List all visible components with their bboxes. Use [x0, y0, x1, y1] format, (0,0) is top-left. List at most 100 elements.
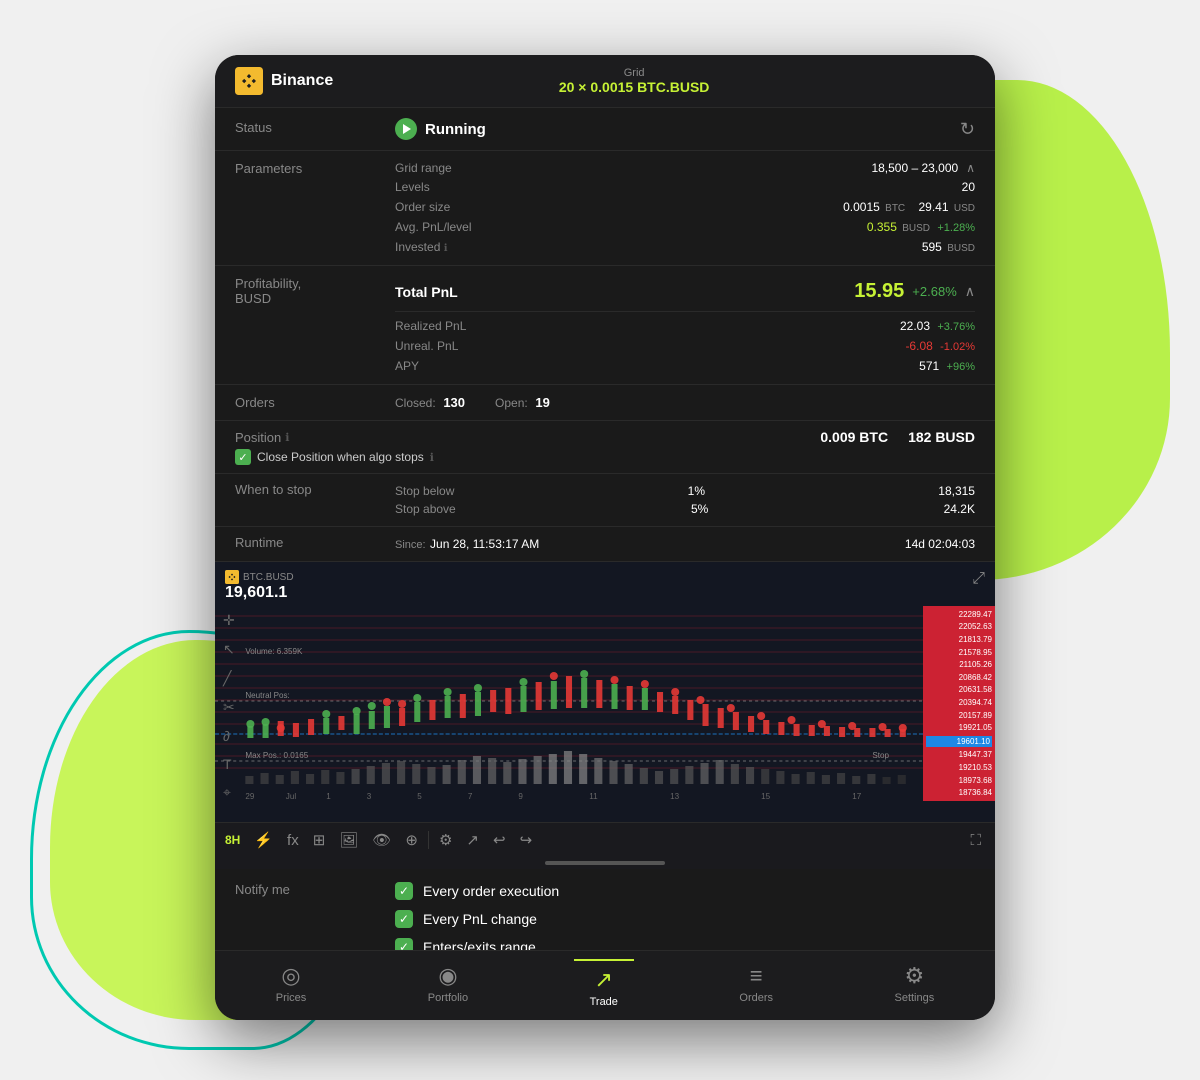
order-size-label: Order size: [395, 200, 450, 214]
notify-label: Notify me: [235, 882, 290, 897]
stop-below-row: Stop below 1% 18,315: [395, 482, 975, 500]
crosshair-toolbar-icon[interactable]: ⊞: [309, 829, 330, 851]
fx-icon[interactable]: fx: [283, 830, 303, 851]
header-left: Binance: [235, 67, 333, 95]
when-to-stop-section: When to stop Stop below 1% 18,315 Stop a…: [215, 474, 995, 527]
timeframe-button[interactable]: 8H: [225, 833, 240, 847]
main-content[interactable]: Status Running ↻ Parameters Grid range: [215, 108, 995, 950]
notify-item-3[interactable]: Enters/exits range: [395, 933, 975, 950]
svg-text:7: 7: [468, 792, 473, 801]
eye-icon[interactable]: 👁: [368, 829, 395, 851]
svg-text:11: 11: [589, 792, 598, 801]
price-level-5: 21105.26: [926, 660, 992, 669]
chart-area: BTC.BUSD 19,601.1 ⤢ ✛ ↖ ╱ ✂ ∂ T ⌖ —: [215, 562, 995, 822]
notify-item-2[interactable]: Every PnL change: [395, 905, 975, 933]
when-to-stop-label: When to stop: [235, 482, 395, 518]
draw-icon[interactable]: ∂: [223, 728, 237, 744]
total-pnl-pct: +2.68%: [912, 284, 956, 299]
trend-line-icon[interactable]: ╱: [223, 670, 237, 687]
scissors-icon[interactable]: ✂: [223, 699, 237, 716]
price-level-8: 20394.74: [926, 698, 992, 707]
notify-check-3[interactable]: [395, 938, 413, 950]
status-label: Status: [235, 118, 395, 135]
avg-pnl-value: 0.355 BUSD +1.28%: [867, 220, 975, 234]
realized-pnl-row: Realized PnL 22.03 +3.76%: [395, 316, 975, 336]
price-level-3: 21813.79: [926, 635, 992, 644]
notify-items-wrapper: Every order execution Every PnL change E…: [395, 877, 975, 950]
orders-section: Orders Closed: 130 Open: 19: [215, 385, 995, 421]
play-icon: [395, 118, 417, 140]
open-orders: Open: 19: [495, 395, 550, 410]
price-level-10: 19921.05: [926, 723, 992, 732]
notify-check-2[interactable]: [395, 910, 413, 928]
notify-label-wrapper: Notify me: [235, 877, 395, 950]
screenshot-icon[interactable]: 🖼: [335, 829, 362, 851]
refresh-button[interactable]: ↻: [960, 119, 975, 140]
notify-text-2: Every PnL change: [423, 911, 537, 927]
position-section: Position ℹ 0.009 BTC 182 BUSD Close Posi…: [215, 421, 995, 474]
undo-icon[interactable]: ↩: [489, 829, 510, 851]
price-level-13: 18973.68: [926, 776, 992, 785]
price-level-11: 19447.37: [926, 750, 992, 759]
fullscreen-icon[interactable]: ⛶: [966, 830, 985, 851]
toolbar-divider: [428, 831, 429, 849]
app-title: Binance: [271, 72, 333, 90]
orders-data: Closed: 130 Open: 19: [395, 395, 550, 410]
order-size-unit: BTC: [885, 203, 905, 214]
svg-text:15: 15: [761, 792, 771, 801]
position-busd: 182 BUSD: [908, 429, 975, 445]
settings-toolbar-icon[interactable]: ⚙: [435, 829, 456, 851]
scroll-indicator: [215, 857, 995, 869]
position-btc: 0.009 BTC: [820, 429, 888, 445]
divider: [395, 311, 975, 312]
position-info-icon: ℹ: [285, 431, 289, 444]
nav-trade[interactable]: ↗ Trade: [574, 959, 634, 1008]
price-level-12: 19210.53: [926, 763, 992, 772]
status-section: Status Running ↻: [215, 108, 995, 151]
scroll-bar[interactable]: [545, 861, 665, 865]
total-pnl-label: Total PnL: [395, 284, 458, 300]
chart-binance-icon: [225, 570, 239, 584]
nav-portfolio[interactable]: ◉ Portfolio: [412, 963, 484, 1004]
settings-nav-label: Settings: [894, 992, 934, 1004]
notify-item-1[interactable]: Every order execution: [395, 877, 975, 905]
portfolio-label: Portfolio: [428, 992, 468, 1004]
profitability-section: Profitability, BUSD Total PnL 15.95 +2.6…: [215, 266, 995, 385]
crosshair-icon[interactable]: ✛: [223, 612, 237, 629]
measure-icon[interactable]: ⌖: [223, 784, 237, 801]
position-header: Position ℹ 0.009 BTC 182 BUSD: [235, 429, 975, 445]
layers-icon[interactable]: ⊕: [401, 829, 422, 851]
notify-check-1[interactable]: [395, 882, 413, 900]
status-content: Running ↻: [395, 118, 975, 140]
indicators-icon[interactable]: ⚡: [250, 829, 277, 851]
svg-text:9: 9: [518, 792, 523, 801]
svg-text:Max Pos.: 0.0165: Max Pos.: 0.0165: [245, 751, 308, 760]
avg-pnl-label: Avg. PnL/level: [395, 220, 472, 234]
svg-text:Stop: Stop: [872, 751, 889, 760]
cursor-icon[interactable]: ↖: [223, 641, 237, 658]
grid-range-label: Grid range: [395, 161, 452, 175]
text-icon[interactable]: T: [223, 756, 237, 772]
svg-text:Volume: 6.359K: Volume: 6.359K: [245, 647, 303, 656]
total-pnl-right: 15.95 +2.68% ∧: [854, 280, 975, 303]
redo-icon[interactable]: ↪: [516, 829, 537, 851]
runtime-label: Runtime: [235, 535, 395, 553]
nav-orders[interactable]: ≡ Orders: [723, 963, 789, 1004]
chart-expand-button[interactable]: ⤢: [972, 570, 985, 588]
svg-text:3: 3: [367, 792, 372, 801]
settings-nav-icon: ⚙: [904, 963, 924, 989]
binance-logo-icon: [235, 67, 263, 95]
share-icon[interactable]: ↗: [462, 829, 483, 851]
status-row: Running ↻: [395, 118, 975, 140]
nav-prices[interactable]: ◎ Prices: [260, 963, 323, 1004]
close-position-checkbox[interactable]: [235, 449, 251, 465]
chart-svg: Volume: 6.359K Neutral Pos: Max Pos.: 0.…: [215, 606, 923, 801]
nav-settings[interactable]: ⚙ Settings: [878, 963, 950, 1004]
app-header: Binance Grid 20 × 0.0015 BTC.BUSD: [215, 55, 995, 108]
price-level-4: 21578.95: [926, 648, 992, 657]
chevron-up-pnl-icon: ∧: [965, 283, 975, 300]
trade-icon: ↗: [595, 967, 613, 993]
lock-icon[interactable]: —: [223, 813, 237, 822]
close-position-row[interactable]: Close Position when algo stops ℹ: [235, 449, 975, 465]
status-running: Running: [395, 118, 486, 140]
